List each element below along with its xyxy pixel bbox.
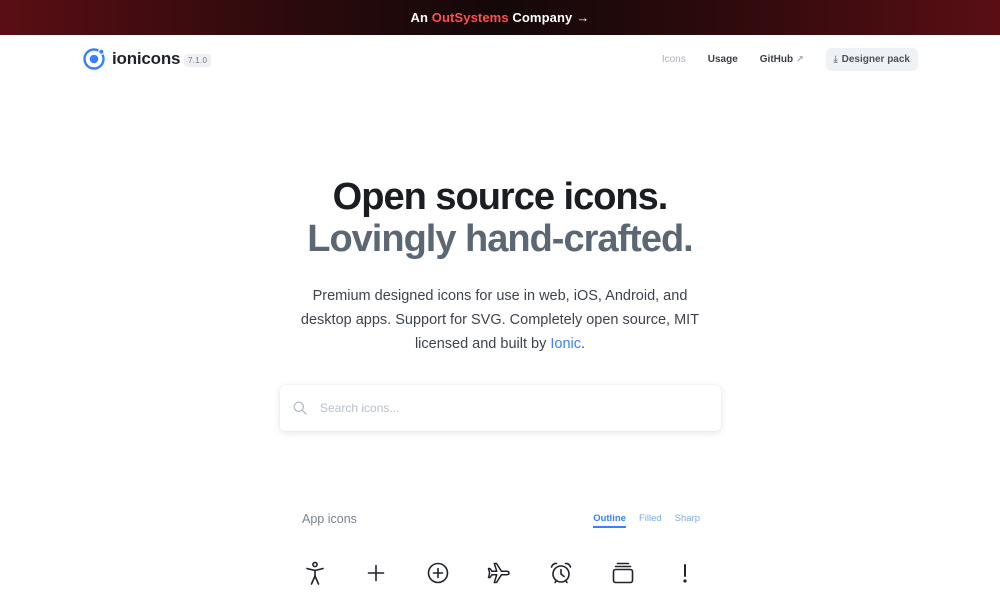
add-circle-icon[interactable] [425,560,451,586]
arrow-right-icon: → [576,10,590,25]
tab-filled[interactable]: Filled [639,513,662,528]
icon-style-tabs: Outline Filled Sharp [580,513,700,528]
nav-link-icons[interactable]: Icons [662,54,686,65]
airplane-icon[interactable] [486,560,512,586]
external-link-icon: ↗ [796,53,804,64]
nav-link-github-label: GitHub [759,53,794,65]
navbar: ionicons 7.1.0 Icons Usage GitHub ↗ ⤓ De… [0,35,1000,83]
alarm-icon[interactable] [548,560,574,586]
tab-sharp[interactable]: Sharp [675,513,700,528]
tab-outline[interactable]: Outline [593,513,626,528]
nav-links: Icons Usage GitHub ↗ ⤓ Designer pack [640,47,918,71]
nav-link-github[interactable]: GitHub ↗ [760,54,804,65]
designer-pack-label: Designer pack [841,53,910,65]
outsystems-banner[interactable]: An OutSystems Company → [0,0,1000,35]
search-input[interactable] [318,400,698,416]
hero-title: Open source icons. Lovingly hand-crafted… [0,176,1000,260]
banner-suffix: Company [508,10,573,25]
brand-name: ionicons [112,49,181,68]
banner-brand: OutSystems [431,10,509,25]
version-badge: 7.1.0 [184,54,212,67]
add-icon[interactable] [363,560,389,586]
download-icon: ⤓ [833,53,838,64]
accessibility-icon[interactable] [302,560,328,586]
ionic-link[interactable]: Ionic [550,336,581,352]
hero-description-end: . [581,336,586,352]
search-icon [292,400,308,416]
designer-pack-button[interactable]: ⤓ Designer pack [825,47,918,71]
hero-title-line2: Lovingly hand-crafted. [307,218,693,260]
ionicons-logo-icon [82,47,106,71]
hero-description-text: Premium designed icons for use in web, i… [300,288,700,352]
albums-icon[interactable] [610,560,636,586]
brand-link[interactable]: ionicons [82,46,180,72]
app-icons-title: App icons [302,512,357,526]
search-box[interactable] [280,385,721,431]
nav-link-usage[interactable]: Usage [708,54,738,65]
app-icons-grid [0,560,1000,588]
hero-description: Premium designed icons for use in web, i… [290,284,710,356]
alert-icon[interactable] [672,560,698,586]
banner-prefix: An [410,10,432,25]
hero-title-line1: Open source icons. [332,176,669,218]
